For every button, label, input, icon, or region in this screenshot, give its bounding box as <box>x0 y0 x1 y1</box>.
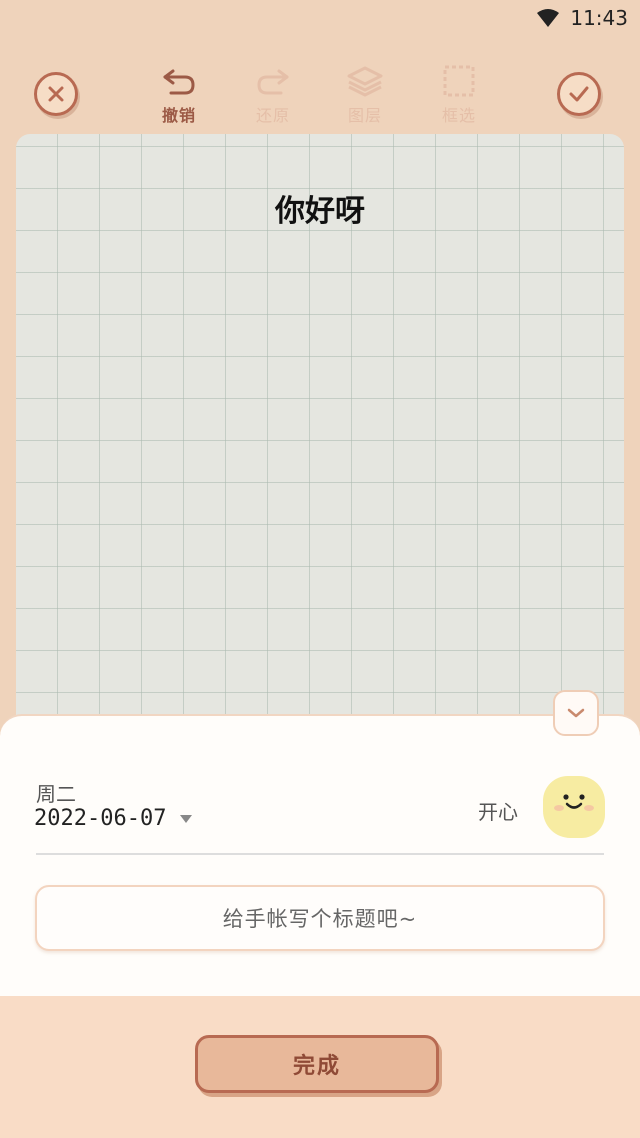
tool-undo-label: 撤销 <box>161 106 196 125</box>
undo-icon <box>163 69 195 95</box>
journal-info-sheet <box>0 714 640 996</box>
tool-undo[interactable]: 撤销 <box>144 64 214 128</box>
done-button[interactable]: 完成 <box>195 1035 439 1093</box>
tool-redo[interactable]: 还原 <box>238 64 308 128</box>
mood-label: 开心 <box>478 800 518 824</box>
close-icon <box>48 86 64 102</box>
status-bar: 11:43 <box>0 0 640 36</box>
close-button[interactable] <box>34 72 78 116</box>
marquee-select-icon <box>443 65 475 97</box>
date-picker[interactable]: 2022-06-07 <box>34 806 193 831</box>
happy-face-icon <box>554 794 594 811</box>
collapse-sheet-button[interactable] <box>553 690 599 736</box>
tool-marquee-select-label: 框选 <box>441 106 476 125</box>
status-time: 11:43 <box>570 6 628 30</box>
chevron-down-icon <box>567 708 585 718</box>
weekday-label: 周二 <box>36 782 76 806</box>
mood-picker[interactable] <box>543 776 605 838</box>
journal-canvas[interactable]: 你好呀 <box>16 134 624 734</box>
layers-icon <box>347 66 383 97</box>
tool-layers-label: 图层 <box>347 106 382 125</box>
wifi-icon <box>537 9 560 27</box>
canvas-text-element[interactable]: 你好呀 <box>16 186 624 230</box>
title-placeholder: 给手帐写个标题吧~ <box>222 907 418 931</box>
editor-toolbar: 撤销 还原 图层 框选 <box>0 60 640 132</box>
tool-redo-label: 还原 <box>255 106 290 125</box>
redo-icon <box>257 69 289 95</box>
title-input[interactable]: 给手帐写个标题吧~ <box>35 885 605 951</box>
confirm-button[interactable] <box>557 72 601 116</box>
dropdown-arrow-icon <box>180 814 193 823</box>
tool-layers[interactable]: 图层 <box>330 64 400 128</box>
done-button-label: 完成 <box>292 1054 341 1079</box>
divider <box>36 853 604 855</box>
check-icon <box>569 86 589 102</box>
tool-marquee-select[interactable]: 框选 <box>424 64 494 128</box>
date-value: 2022-06-07 <box>34 806 167 831</box>
